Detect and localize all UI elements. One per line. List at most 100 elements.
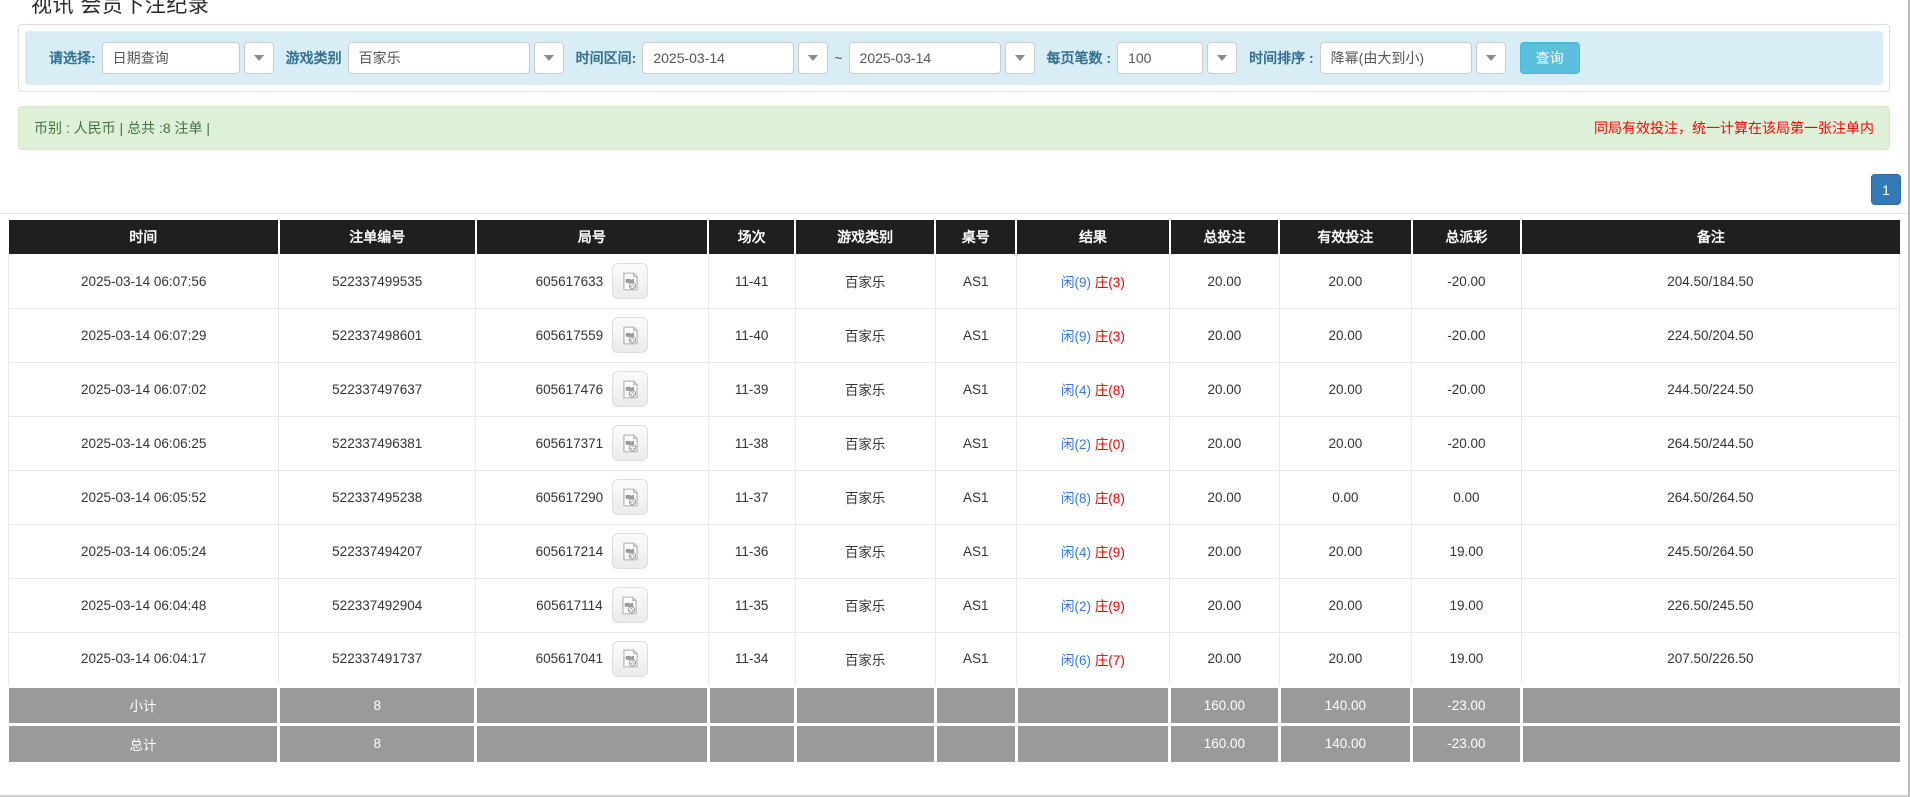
video-file-icon [620,325,641,346]
cell-bet-id: 522337498601 [279,308,476,362]
result-banker: 庄(3) [1095,275,1125,290]
cell-game-type: 百家乐 [795,632,935,686]
result-banker: 庄(9) [1095,599,1125,614]
query-type-select[interactable]: 日期查询 [102,42,240,74]
cell-total-bet[interactable]: 20.00 [1170,308,1280,362]
cell-table-no: AS1 [935,578,1016,632]
video-replay-button[interactable] [612,263,648,299]
date-from-dropdown-button[interactable] [798,42,828,74]
video-file-icon [620,541,641,562]
cell-valid-bet: 20.00 [1279,254,1411,308]
sort-order-dropdown-button[interactable] [1476,42,1506,74]
query-type-label: 请选择: [49,48,96,68]
cell-table-no: AS1 [935,416,1016,470]
round-id-text: 605617290 [536,490,604,505]
cell-valid-bet: 20.00 [1279,632,1411,686]
cell-round-id: 605617041 [476,632,709,686]
cell-game-type: 百家乐 [795,362,935,416]
cell-valid-bet: 20.00 [1279,362,1411,416]
cell-session: 11-41 [708,254,795,308]
subtotal-empty [1016,686,1169,724]
cell-time: 2025-03-14 06:05:52 [9,470,279,524]
page-size-label: 每页笔数 : [1047,48,1112,68]
cell-remark: 264.50/244.50 [1521,416,1899,470]
cell-game-type: 百家乐 [795,416,935,470]
date-from-input[interactable]: 2025-03-14 [642,42,794,74]
column-header-5: 桌号 [935,220,1016,254]
filter-bar: 请选择: 日期查询 游戏类别 百家乐 时间区间: 2025-03-14 ~ 20… [25,31,1883,85]
table-row: 2025-03-14 06:04:17522337491737605617041… [9,632,1900,686]
date-to-dropdown-button[interactable] [1005,42,1035,74]
cell-payout: -20.00 [1412,416,1522,470]
cell-session: 11-39 [708,362,795,416]
chevron-down-icon [1217,55,1227,61]
video-replay-button[interactable] [612,641,648,677]
video-replay-button[interactable] [612,371,648,407]
result-player: 闲(9) [1061,275,1091,290]
chevron-down-icon [1015,55,1025,61]
search-button[interactable]: 查询 [1520,42,1580,74]
cell-remark: 207.50/226.50 [1521,632,1899,686]
subtotal-empty [935,686,1016,724]
cell-round-id: 605617559 [476,308,709,362]
table-row: 2025-03-14 06:05:52522337495238 605617290… [9,470,1900,524]
cell-payout: 19.00 [1412,524,1522,578]
cell-bet-id: 522337495238 [279,470,476,524]
cell-bet-id: 522337491737 [279,632,476,686]
round-id-group: 605617214 [536,533,649,569]
round-id-text: 605617476 [536,382,604,397]
cell-time: 2025-03-14 06:07:29 [9,308,279,362]
query-type-dropdown-button[interactable] [244,42,274,74]
bet-records-table: 时间注单编号局号场次游戏类别桌号结果总投注有效投注总派彩备注 2025-03-1… [8,220,1900,762]
video-replay-button[interactable] [612,587,648,623]
column-header-7: 总投注 [1170,220,1280,254]
result-banker: 庄(8) [1095,383,1125,398]
video-replay-button[interactable] [612,533,648,569]
round-id-group: 605617559 [536,317,649,353]
video-file-icon [619,595,640,616]
cell-total-bet[interactable]: 20.00 [1170,632,1280,686]
total-empty [708,724,795,762]
cell-session: 11-36 [708,524,795,578]
video-replay-button[interactable] [612,425,648,461]
total-payout: -23.00 [1412,724,1522,762]
video-replay-button[interactable] [612,479,648,515]
cell-round-id: 605617214 [476,524,709,578]
subtotal-count: 8 [279,686,476,724]
cell-time: 2025-03-14 06:05:24 [9,524,279,578]
cell-total-bet[interactable]: 20.00 [1170,470,1280,524]
cell-table-no: AS1 [935,308,1016,362]
cell-remark: 264.50/264.50 [1521,470,1899,524]
cell-total-bet[interactable]: 20.00 [1170,524,1280,578]
table-header: 时间注单编号局号场次游戏类别桌号结果总投注有效投注总派彩备注 [9,220,1900,254]
page-size-dropdown-button[interactable] [1207,42,1237,74]
cell-bet-id: 522337492904 [279,578,476,632]
video-replay-button[interactable] [612,317,648,353]
cell-game-type: 百家乐 [795,470,935,524]
cell-result: 闲(4) 庄(9) [1016,524,1169,578]
game-type-dropdown-button[interactable] [534,42,564,74]
cell-round-id: 605617114 [476,578,709,632]
cell-payout: 19.00 [1412,578,1522,632]
game-type-select[interactable]: 百家乐 [348,42,530,74]
sort-order-select[interactable]: 降幂(由大到小) [1320,42,1472,74]
cell-total-bet[interactable]: 20.00 [1170,416,1280,470]
cell-total-bet[interactable]: 20.00 [1170,254,1280,308]
cell-remark: 226.50/245.50 [1521,578,1899,632]
cell-remark: 204.50/184.50 [1521,254,1899,308]
total-total-bet: 160.00 [1170,724,1280,762]
date-to-input[interactable]: 2025-03-14 [849,42,1001,74]
summary-bar: 币别 : 人民币 | 总共 :8 注单 | 同局有效投注，统一计算在该局第一张注… [18,106,1890,150]
cell-result: 闲(6) 庄(7) [1016,632,1169,686]
cell-time: 2025-03-14 06:07:56 [9,254,279,308]
page-1-button[interactable]: 1 [1871,174,1901,205]
page-size-select[interactable]: 100 [1117,42,1203,74]
cell-round-id: 605617290 [476,470,709,524]
cell-total-bet[interactable]: 20.00 [1170,362,1280,416]
date-range-separator: ~ [834,50,842,66]
table-row: 2025-03-14 06:07:29522337498601 605617559… [9,308,1900,362]
subtotal-empty [708,686,795,724]
cell-total-bet[interactable]: 20.00 [1170,578,1280,632]
column-header-4: 游戏类别 [795,220,935,254]
cell-game-type: 百家乐 [795,578,935,632]
